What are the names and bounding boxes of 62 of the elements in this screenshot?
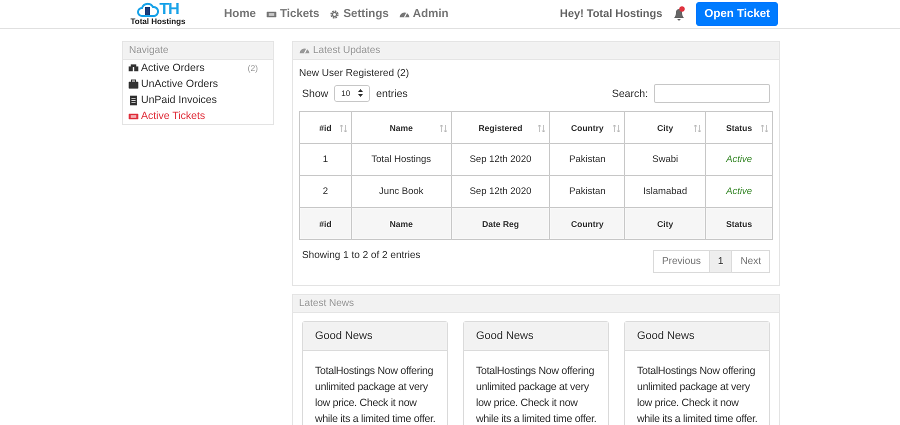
search-field[interactable]: [654, 84, 770, 103]
panel-title: Latest News: [293, 295, 779, 313]
sidebar-item[interactable]: Active Orders (2): [123, 60, 273, 76]
column-footer: #id: [300, 208, 352, 240]
sort-icon: [340, 125, 347, 132]
sidebar-item[interactable]: Active Tickets: [123, 108, 273, 124]
table-cell: Swabi: [624, 144, 706, 176]
column-footer: Date Reg: [451, 208, 550, 240]
column-header[interactable]: Country: [550, 112, 625, 144]
sort-icon: [538, 125, 546, 132]
table-cell: 1: [300, 144, 352, 176]
sidebar-title: Navigate: [123, 42, 273, 60]
pagination-button[interactable]: Previous: [652, 250, 710, 273]
news-card-text: TotalHostings Now offering unlimited package at very low price. Check it now while its a limited time offer.: [475, 364, 598, 425]
sort-icon: [613, 125, 620, 132]
column-footer: Name: [351, 208, 452, 240]
logo-text: Total Hostings: [130, 18, 186, 26]
table-info: Showing 1 to 2 of 2 entries: [302, 250, 420, 261]
greeting-text: Hey! Total Hostings: [560, 8, 662, 20]
briefcase-icon: [128, 78, 139, 90]
document-icon: [128, 94, 139, 106]
open-ticket-button[interactable]: Open Ticket: [696, 2, 778, 26]
table-cell: Sep 12th 2020: [451, 144, 550, 176]
nav-link[interactable]: Home: [224, 8, 256, 20]
column-header[interactable]: Status: [706, 112, 772, 144]
panel-title: Latest Updates: [313, 45, 380, 56]
nav-link[interactable]: Settings: [329, 8, 389, 20]
entries-label: entries: [376, 88, 408, 100]
news-card-title: Good News: [625, 322, 769, 351]
column-header[interactable]: Name: [351, 112, 452, 144]
search-label: Search:: [612, 88, 648, 100]
news-card-text: TotalHostings Now offering unlimited package at very low price. Check it now while its a limited time offer.: [314, 364, 436, 425]
cloud-server-icon: [137, 2, 160, 18]
sort-icon: [694, 125, 702, 132]
show-label: Show: [302, 88, 328, 100]
sidebar-item[interactable]: UnPaid Invoices: [123, 92, 273, 108]
section-subtitle: New User Registered (2): [299, 68, 410, 79]
column-footer: Country: [550, 208, 625, 240]
column-footer: Status: [706, 208, 772, 240]
table-cell: Total Hostings: [351, 144, 452, 176]
news-card-title: Good News: [303, 322, 447, 351]
updown-icon: [358, 89, 364, 97]
column-header[interactable]: City: [624, 112, 706, 144]
nav-link[interactable]: Admin: [398, 8, 449, 20]
pagination-button[interactable]: 1: [708, 250, 732, 273]
boxes-icon: [128, 62, 139, 74]
pagination-button[interactable]: Next: [731, 250, 770, 273]
column-footer: City: [624, 208, 706, 240]
sort-icon: [761, 125, 768, 132]
column-header[interactable]: Registered: [451, 112, 550, 144]
bell-icon[interactable]: [672, 6, 686, 22]
table-cell: Pakistan: [550, 144, 625, 176]
column-header[interactable]: #id: [300, 112, 352, 144]
news-card-text: TotalHostings Now offering unlimited package at very low price. Check it now while its a limited time offer.: [636, 364, 758, 425]
sort-icon: [440, 125, 447, 132]
logo-mark: TH: [159, 2, 179, 18]
settings-icon: [329, 8, 340, 20]
page-size-select[interactable]: 10: [334, 85, 370, 102]
status-cell: Active: [706, 144, 772, 176]
news-card-title: Good News: [464, 322, 608, 351]
nav-link[interactable]: Tickets: [266, 8, 320, 20]
sidebar-item[interactable]: UnActive Orders: [123, 76, 273, 92]
